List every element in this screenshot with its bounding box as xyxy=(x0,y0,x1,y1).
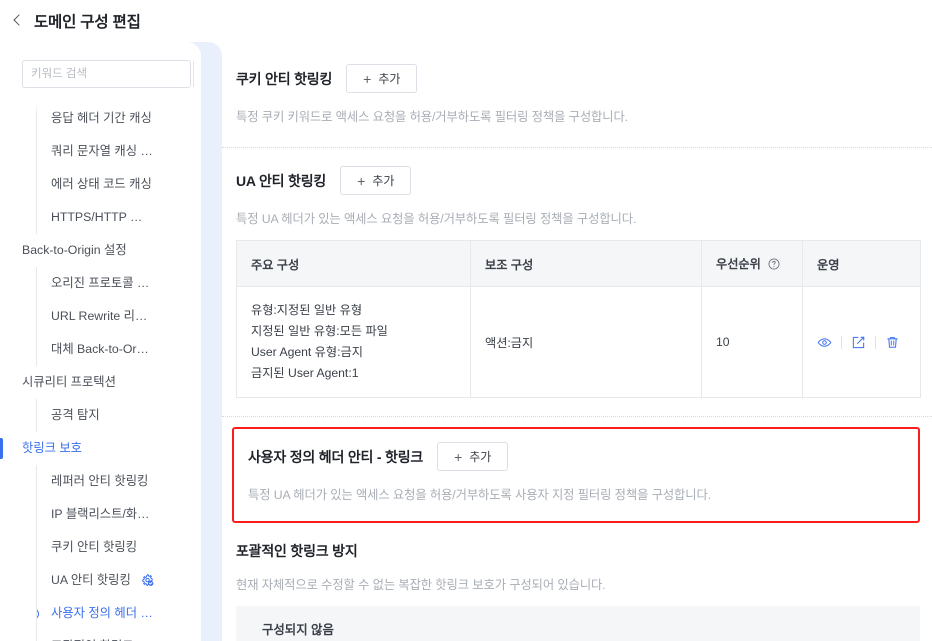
sidebar-card: 응답 헤더 기간 캐싱 쿼리 문자열 캐싱 … 에러 상태 코드 캐싱 HTTP… xyxy=(0,42,201,641)
table-header-row: 주요 구성 보조 구성 우선순위 xyxy=(237,241,921,287)
section-title: 쿠키 안티 핫링킹 xyxy=(236,69,332,89)
highlight-annotation-box: 사용자 정의 헤더 안티 - 핫링크 + 추가 특정 UA 헤더가 있는 액세스… xyxy=(232,427,920,523)
cell-operations xyxy=(803,287,921,398)
primary-line: 유형:지정된 일반 유형 xyxy=(251,300,456,321)
sidebar-item-label: 오리진 프로토콜 … xyxy=(51,267,149,300)
sidebar-item-ua-anti-hotlinking[interactable]: UA 안티 핫링킹 xyxy=(37,564,201,597)
section-header: 쿠키 안티 핫링킹 + 추가 xyxy=(236,64,920,93)
sidebar-item-referer-anti-hotlinking[interactable]: 레퍼러 안티 핫링킹 xyxy=(37,465,201,498)
section-custom-header-anti-hotlink: 사용자 정의 헤더 안티 - 핫링크 + 추가 특정 UA 헤더가 있는 액세스… xyxy=(238,442,918,503)
sidebar-item-origin-protocol[interactable]: 오리진 프로토콜 … xyxy=(37,267,201,300)
sidebar-item-hotlink-protection[interactable]: 핫링크 보호 xyxy=(0,432,201,465)
sidebar-item-label: 쿼리 문자열 캐싱 … xyxy=(51,135,153,168)
add-custom-header-rule-button[interactable]: + 추가 xyxy=(437,442,508,471)
search-box[interactable] xyxy=(22,60,191,88)
sidebar-item-label: 쿠키 안티 핫링킹 xyxy=(51,531,137,564)
sidebar-item-label: HTTPS/HTTP … xyxy=(51,201,142,234)
empty-state-bar: 구성되지 않음 xyxy=(236,606,920,641)
sidebar-item-label: 응답 헤더 기간 캐싱 xyxy=(51,102,152,135)
sidebar-item-label: 대체 Back-to-Or… xyxy=(51,333,149,366)
plus-icon: + xyxy=(357,174,365,188)
sidebar-scroll-area[interactable]: 응답 헤더 기간 캐싱 쿼리 문자열 캐싱 … 에러 상태 코드 캐싱 HTTP… xyxy=(0,42,201,641)
cell-primary-config: 유형:지정된 일반 유형 지정된 일반 유형:모든 파일 User Agent … xyxy=(237,287,471,398)
section-description: 현재 자체적으로 수정할 수 없는 복잡한 핫링크 보호가 구성되어 있습니다. xyxy=(236,575,920,593)
sidebar-item-label: 에러 상태 코드 캐싱 xyxy=(51,168,152,201)
sidebar-nav-list: 응답 헤더 기간 캐싱 쿼리 문자열 캐싱 … 에러 상태 코드 캐싱 HTTP… xyxy=(0,102,201,641)
sidebar-item-https-http[interactable]: HTTPS/HTTP … xyxy=(37,201,201,234)
operations-divider xyxy=(875,336,876,349)
column-header-secondary-config: 보조 구성 xyxy=(471,241,702,287)
chevron-left-icon[interactable] xyxy=(11,14,25,28)
sidebar-item-comprehensive-hotlink[interactable]: 포괄적인 핫링크 … xyxy=(37,630,201,641)
sidebar-panel: 응답 헤더 기간 캐싱 쿼리 문자열 캐싱 … 에러 상태 코드 캐싱 HTTP… xyxy=(0,42,222,641)
edit-icon[interactable] xyxy=(851,335,866,350)
main-content: 쿠키 안티 핫링킹 + 추가 특정 쿠키 키워드로 액세스 요청을 허용/거부하… xyxy=(222,42,932,641)
gear-check-icon xyxy=(140,573,155,588)
sidebar-item-query-string-cache[interactable]: 쿼리 문자열 캐싱 … xyxy=(37,135,201,168)
plus-icon: + xyxy=(363,72,371,86)
table-row: 유형:지정된 일반 유형 지정된 일반 유형:모든 파일 User Agent … xyxy=(237,287,921,398)
sidebar-group-security-protection[interactable]: 시큐리티 프로텍션 xyxy=(0,366,201,399)
sidebar-item-attack-detection[interactable]: 공격 탐지 xyxy=(37,399,201,432)
section-description: 특정 쿠키 키워드로 액세스 요청을 허용/거부하도록 필터링 정책을 구성합니… xyxy=(236,107,920,125)
section-comprehensive-hotlink-protection: 포괄적인 핫링크 방지 현재 자체적으로 수정할 수 없는 복잡한 핫링크 보호… xyxy=(222,541,932,641)
sidebar-item-label: 공격 탐지 xyxy=(51,399,100,432)
sidebar-item-label: 레퍼러 안티 핫링킹 xyxy=(51,465,148,498)
sidebar-item-label: IP 블랙리스트/화… xyxy=(51,498,149,531)
column-header-priority: 우선순위 xyxy=(702,241,803,287)
page-title: 도메인 구성 편집 xyxy=(34,10,141,32)
sidebar-search-row xyxy=(0,60,201,88)
cell-secondary-config: 액션:금지 xyxy=(471,287,702,398)
eye-icon[interactable] xyxy=(817,335,832,350)
sidebar-item-label: 포괄적인 핫링크 … xyxy=(51,630,149,641)
section-cookie-anti-hotlinking: 쿠키 안티 핫링킹 + 추가 특정 쿠키 키워드로 액세스 요청을 허용/거부하… xyxy=(222,64,932,125)
operations-divider xyxy=(841,336,842,349)
add-ua-rule-button[interactable]: + 추가 xyxy=(340,166,411,195)
page-header: 도메인 구성 편집 xyxy=(0,0,932,42)
add-button-label: 추가 xyxy=(378,70,400,87)
primary-line: User Agent 유형:금지 xyxy=(251,342,456,363)
app-root: 도메인 구성 편집 xyxy=(0,0,932,641)
add-cookie-rule-button[interactable]: + 추가 xyxy=(346,64,417,93)
sidebar-item-response-header-ttl[interactable]: 응답 헤더 기간 캐싱 xyxy=(37,102,201,135)
sidebar-item-error-status-cache[interactable]: 에러 상태 코드 캐싱 xyxy=(37,168,201,201)
cell-priority: 10 xyxy=(702,287,803,398)
nav-subgroup-cache: 응답 헤더 기간 캐싱 쿼리 문자열 캐싱 … 에러 상태 코드 캐싱 HTTP… xyxy=(36,102,201,234)
primary-line: 금지된 User Agent:1 xyxy=(251,363,456,384)
section-title: 사용자 정의 헤더 안티 - 핫링크 xyxy=(248,447,423,467)
column-header-primary-config: 주요 구성 xyxy=(237,241,471,287)
add-button-label: 추가 xyxy=(372,172,394,189)
search-button[interactable] xyxy=(193,61,201,87)
target-ring-icon xyxy=(37,608,39,619)
trash-icon[interactable] xyxy=(885,335,900,350)
column-header-operations: 운영 xyxy=(803,241,921,287)
nav-subgroup-hotlink: 레퍼러 안티 핫링킹 IP 블랙리스트/화… 쿠키 안티 핫링킹 UA 안티 핫… xyxy=(36,465,201,641)
section-description: 특정 UA 헤더가 있는 액세스 요청을 허용/거부하도록 사용자 지정 필터링… xyxy=(248,485,906,503)
sidebar-item-label: 사용자 정의 헤더 … xyxy=(51,597,153,630)
section-title: UA 안티 핫링킹 xyxy=(236,171,326,191)
nav-subgroup-origin: 오리진 프로토콜 … URL Rewrite 리… 대체 Back-to-Or… xyxy=(36,267,201,366)
sidebar-item-custom-header-anti-hotlink[interactable]: 사용자 정의 헤더 … xyxy=(37,597,201,630)
section-title: 포괄적인 핫링크 방지 xyxy=(236,541,358,561)
add-button-label: 추가 xyxy=(469,448,491,465)
sidebar-item-cookie-anti-hotlinking[interactable]: 쿠키 안티 핫링킹 xyxy=(37,531,201,564)
section-header: 사용자 정의 헤더 안티 - 핫링크 + 추가 xyxy=(248,442,906,471)
ua-rules-table: 주요 구성 보조 구성 우선순위 xyxy=(236,240,921,398)
plus-icon: + xyxy=(454,450,462,464)
sidebar-group-back-to-origin[interactable]: Back-to-Origin 설정 xyxy=(0,234,201,267)
column-header-priority-label: 우선순위 xyxy=(716,257,761,271)
section-description: 특정 UA 헤더가 있는 액세스 요청을 허용/거부하도록 필터링 정책을 구성… xyxy=(236,209,920,227)
question-circle-icon[interactable] xyxy=(768,258,780,273)
search-input[interactable] xyxy=(23,61,193,87)
sidebar-item-label: UA 안티 핫링킹 xyxy=(51,564,131,597)
sidebar-item-label: URL Rewrite 리… xyxy=(51,300,147,333)
sidebar-item-alt-back-to-origin[interactable]: 대체 Back-to-Or… xyxy=(37,333,201,366)
primary-line: 지정된 일반 유형:모든 파일 xyxy=(251,321,456,342)
section-header: UA 안티 핫링킹 + 추가 xyxy=(236,166,920,195)
sidebar-item-ip-blacklist-whitelist[interactable]: IP 블랙리스트/화… xyxy=(37,498,201,531)
section-ua-anti-hotlinking: UA 안티 핫링킹 + 추가 특정 UA 헤더가 있는 액세스 요청을 허용/거… xyxy=(222,166,932,398)
nav-subgroup-security: 공격 탐지 xyxy=(36,399,201,432)
section-header: 포괄적인 핫링크 방지 xyxy=(236,541,920,561)
sidebar-item-url-rewrite[interactable]: URL Rewrite 리… xyxy=(37,300,201,333)
